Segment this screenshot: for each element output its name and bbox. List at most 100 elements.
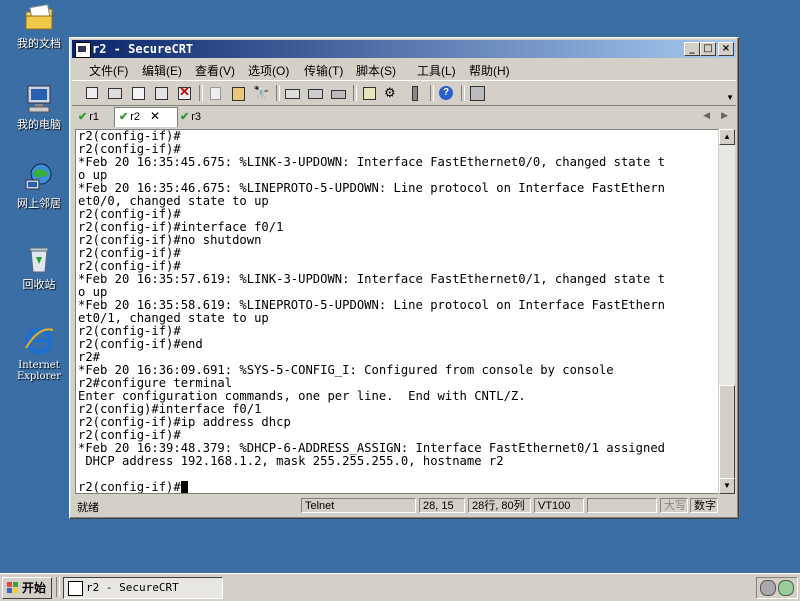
tab-scroll-left-icon[interactable]: ◀ (703, 110, 710, 121)
terminal-cursor (180, 481, 188, 493)
window-title: r2 - SecureCRT (92, 42, 194, 56)
desktop-icon-my-computer[interactable]: 我的电脑 (7, 83, 71, 132)
status-protocol: Telnet (301, 498, 416, 513)
internet-explorer-icon (23, 324, 55, 356)
desktop-icon-label: 我的文档 (17, 38, 61, 50)
terminal-line: r2(config-if)# (78, 259, 181, 273)
status-cursor-position: 28, 15 (419, 498, 465, 513)
menu-script[interactable]: 脚本(S) (356, 62, 396, 79)
terminal-line: *Feb 20 16:36:09.691: %SYS-5-CONFIG_I: C… (78, 363, 614, 377)
menu-tools[interactable]: 工具(L) (417, 62, 456, 79)
session-tabs: ✔ r1 ✔ r2 ✕ ✔ r3 ◀ ▶ (72, 107, 736, 127)
scroll-down-icon[interactable]: ▼ (719, 478, 735, 494)
start-button[interactable]: 开始 (2, 577, 52, 599)
windows-flag-icon (7, 582, 18, 593)
menu-options[interactable]: 选项(O) (248, 62, 289, 79)
terminal-line: r2(config-if)# (78, 246, 181, 260)
terminal-line: r2(config-if)# (78, 207, 181, 221)
tab-r1[interactable]: ✔ r1 (78, 109, 110, 126)
desktop-icon-recycle-bin[interactable]: 回收站 (7, 243, 71, 292)
terminal-line: *Feb 20 16:35:45.675: %LINK-3-UPDOWN: In… (78, 155, 665, 169)
toolbar-separator (430, 85, 434, 101)
session-options-icon[interactable] (361, 85, 377, 101)
desktop-icon-label: 网上邻居 (17, 198, 61, 210)
terminal-line: r2(config-if)#interface f0/1 (78, 220, 284, 234)
menu-help[interactable]: 帮助(H) (469, 62, 510, 79)
folder-icon (23, 2, 55, 34)
vertical-scrollbar[interactable]: ▲ ▼ (718, 129, 735, 494)
title-bar[interactable]: r2 - SecureCRT _ □ × (72, 40, 736, 58)
desktop-icon-label: 我的电脑 (17, 119, 61, 131)
tab-r3[interactable]: ✔ r3 (180, 109, 212, 126)
tab-close-icon[interactable]: ✕ (150, 109, 160, 123)
sftp-icon[interactable] (469, 85, 485, 101)
find-icon[interactable]: 🔭 (253, 85, 269, 101)
maximize-button[interactable]: □ (700, 42, 716, 56)
task-item-label: r2 - SecureCRT (86, 581, 179, 594)
toolbar-separator (199, 85, 203, 101)
scroll-thumb[interactable] (719, 385, 735, 479)
paste-icon[interactable] (230, 85, 246, 101)
desktop-icon-label: Internet Explorer (16, 360, 62, 382)
status-bar: 就绪 Telnet 28, 15 28行, 80列 VT100 大写 数字 (72, 497, 736, 515)
taskbar-divider (56, 577, 60, 597)
toolbar-separator (461, 85, 465, 101)
minimize-button[interactable]: _ (684, 42, 700, 56)
app-icon (75, 42, 91, 58)
copy-icon[interactable] (207, 85, 223, 101)
connect-icon[interactable] (84, 85, 100, 101)
reconnect-icon[interactable] (153, 85, 169, 101)
terminal-line: et0/0, changed state to up (78, 194, 269, 208)
terminal-line: Enter configuration commands, one per li… (78, 389, 526, 403)
taskbar: 开始 r2 - SecureCRT (0, 573, 800, 601)
status-ready: 就绪 (77, 502, 99, 514)
menu-view[interactable]: 查看(V) (195, 62, 235, 79)
status-caps-lock: 大写 (660, 498, 688, 513)
status-terminal-size: 28行, 80列 (468, 498, 531, 513)
print-setup-icon[interactable] (284, 85, 300, 101)
disconnect-icon[interactable]: ✕ (176, 84, 192, 101)
desktop-icon-label: 回收站 (22, 279, 56, 291)
print-screen-icon[interactable] (307, 85, 323, 101)
print-icon[interactable] (330, 85, 346, 101)
terminal-line: r2(config-if)#no shutdown (78, 233, 262, 247)
system-tray (756, 577, 798, 599)
tray-volume-icon[interactable] (778, 580, 794, 596)
terminal-prompt: r2(config-if)# (78, 480, 181, 494)
menu-bar: 文件(F) 编辑(E) 查看(V) 选项(O) 传输(T) 脚本(S) 工具(L… (72, 59, 736, 79)
tab-r2[interactable]: ✔ r2 ✕ (114, 107, 178, 127)
scroll-up-icon[interactable]: ▲ (719, 129, 735, 145)
terminal-line: *Feb 20 16:35:57.619: %LINK-3-UPDOWN: In… (78, 272, 665, 286)
desktop-icon-my-documents[interactable]: 我的文档 (7, 2, 71, 51)
tray-network-icon[interactable] (760, 580, 776, 596)
menu-transfer[interactable]: 传输(T) (304, 62, 343, 79)
terminal-line: r2#configure terminal (78, 376, 233, 390)
status-blank (587, 498, 657, 513)
tab-scroll-right-icon[interactable]: ▶ (721, 110, 728, 121)
terminal-output: r2(config-if)# r2(config-if)# *Feb 20 16… (78, 130, 665, 494)
toolbar-separator (353, 85, 357, 101)
computer-icon (23, 83, 55, 115)
help-icon[interactable]: ? (438, 85, 454, 101)
quick-connect-icon[interactable] (107, 85, 123, 101)
start-label: 开始 (22, 581, 47, 595)
desktop-icon-network[interactable]: 网上邻居 (7, 162, 71, 211)
terminal-line: r2# (78, 350, 101, 364)
connect-tab-icon[interactable] (130, 85, 146, 101)
menu-file[interactable]: 文件(F) (89, 62, 128, 79)
desktop-icon-internet-explorer[interactable]: Internet Explorer (7, 324, 71, 382)
keymap-icon[interactable] (407, 85, 423, 101)
terminal-line: o up (78, 285, 108, 299)
taskbar-item-securecrt[interactable]: r2 - SecureCRT (63, 577, 223, 599)
toolbar-chevron-icon[interactable]: ▼ (726, 93, 734, 102)
terminal-line: *Feb 20 16:39:48.379: %DHCP-6-ADDRESS_AS… (78, 441, 665, 455)
global-options-icon[interactable]: ⚙ (384, 85, 400, 101)
terminal-line: *Feb 20 16:35:46.675: %LINEPROTO-5-UPDOW… (78, 181, 665, 195)
close-button[interactable]: × (718, 42, 734, 56)
toolbar: ✕ 🔭 ⚙ ? ▼ (72, 80, 736, 106)
connected-check-icon: ✔ (78, 111, 88, 123)
terminal-screen[interactable]: r2(config-if)# r2(config-if)# *Feb 20 16… (75, 129, 720, 494)
terminal-line: r2(config-if)# (78, 142, 181, 156)
terminal-line: o up (78, 168, 108, 182)
menu-edit[interactable]: 编辑(E) (142, 62, 182, 79)
